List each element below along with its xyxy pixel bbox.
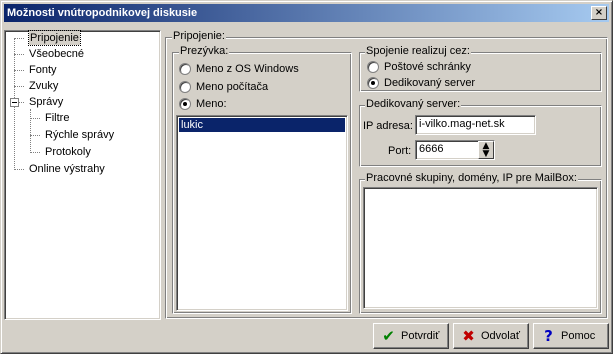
connection-method-label: Spojenie realizuj cez: <box>365 45 471 57</box>
nickname-group-label: Prezývka: <box>179 45 230 57</box>
title-bar[interactable]: Možnosti vnútropodnikovej diskusie × <box>4 4 609 22</box>
tree-item-spravy[interactable]: Správy <box>29 95 63 109</box>
tree-item-protokoly[interactable]: Protokoly <box>45 145 91 159</box>
collapse-toggle[interactable] <box>10 98 19 107</box>
tree-item-zvuky[interactable]: Zvuky <box>29 79 58 93</box>
check-icon: ✔ <box>382 327 395 345</box>
panel-title: Pripojenie: <box>172 30 226 42</box>
list-item[interactable]: lukic <box>179 118 345 132</box>
mailbox-label: Pracovné skupiny, domény, IP pre MailBox… <box>365 172 578 184</box>
tree-item-online-vystrahy[interactable]: Online výstrahy <box>29 162 105 176</box>
tree-item-rychle-spravy[interactable]: Rýchle správy <box>45 128 114 142</box>
radio-computer-name[interactable]: Meno počítača <box>179 80 268 94</box>
close-icon: × <box>594 7 604 18</box>
radio-mailboxes[interactable]: Poštové schránky <box>367 60 471 74</box>
port-spin-button[interactable]: ▲ ▼ <box>478 141 494 159</box>
radio-dedicated-server[interactable]: Dedikovaný server <box>367 76 475 90</box>
ip-address-input[interactable]: i-vilko.mag-net.sk <box>415 115 536 135</box>
radio-windows-name[interactable]: Meno z OS Windows <box>179 62 299 76</box>
settings-tree[interactable]: Pripojenie Všeobecné Fonty Zvuky Správy … <box>4 30 161 320</box>
name-listbox[interactable]: lukic <box>176 115 348 311</box>
mailbox-listbox[interactable] <box>363 187 598 309</box>
question-icon: ? <box>544 327 553 345</box>
window-title: Možnosti vnútropodnikovej diskusie <box>7 7 198 19</box>
close-button[interactable]: × <box>591 6 607 20</box>
tree-item-fonty[interactable]: Fonty <box>29 63 57 77</box>
confirm-button[interactable]: ✔ Potvrdiť <box>373 323 449 349</box>
spin-arrows-icon: ▲ ▼ <box>482 141 490 159</box>
options-dialog: Možnosti vnútropodnikovej diskusie × Pri… <box>0 0 613 354</box>
port-label: Port: <box>388 145 412 157</box>
ip-address-label: IP adresa: <box>363 120 413 132</box>
tree-item-filtre[interactable]: Filtre <box>45 111 69 125</box>
radio-custom-name[interactable]: Meno: <box>179 97 227 111</box>
tree-item-pripojenie[interactable]: Pripojenie <box>28 30 81 46</box>
cross-icon: ✖ <box>462 327 475 345</box>
dedicated-server-label: Dedikovaný server: <box>365 98 462 110</box>
help-button[interactable]: ? Pomoc <box>533 323 609 349</box>
cancel-button[interactable]: ✖ Odvolať <box>453 323 529 349</box>
tree-item-vseobecne[interactable]: Všeobecné <box>29 47 84 61</box>
